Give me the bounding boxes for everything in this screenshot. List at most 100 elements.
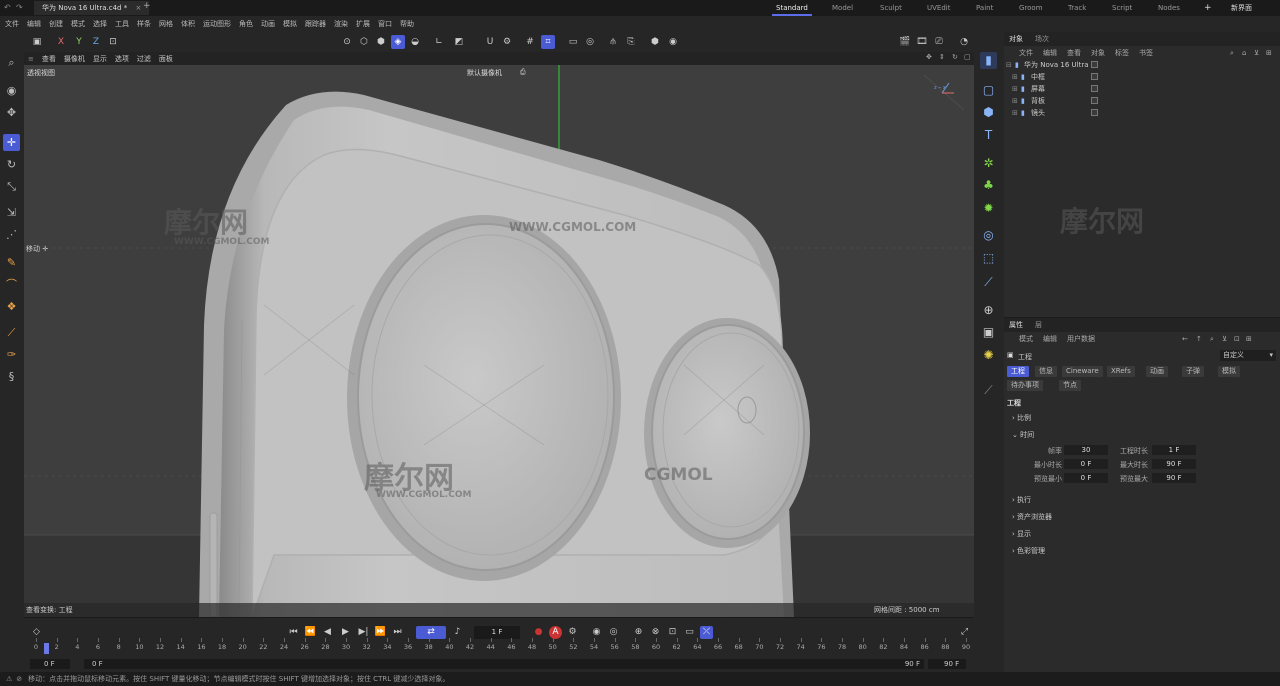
search-icon[interactable]: ⌕ [1230, 49, 1234, 58]
grid-snap-icon[interactable]: # [523, 35, 537, 49]
workspace-tab-nodes[interactable]: Nodes [1158, 2, 1180, 14]
object-menu-object[interactable]: 对象 [1091, 48, 1105, 58]
menu-render[interactable]: 渲染 [334, 19, 348, 29]
spline-sketch-icon[interactable]: ⌒ [3, 276, 20, 293]
workspace-tab-standard[interactable]: Standard [772, 2, 812, 16]
uv-mode-icon[interactable]: ◒ [408, 35, 422, 49]
expand-icon[interactable]: ⊞ [1012, 83, 1018, 95]
visibility-check[interactable] [1091, 109, 1098, 116]
axis-z-toggle[interactable]: Z [89, 35, 103, 49]
menu-mode[interactable]: 模式 [71, 19, 85, 29]
object-menu-edit[interactable]: 编辑 [1043, 48, 1057, 58]
frame-ruler[interactable]: 0 2 4 6 8 10 12 14 16 18 20 22 24 26 28 30 32 34 36 38 40 42 4… [24, 638, 974, 654]
tab-cineware[interactable]: Cineware [1062, 366, 1103, 377]
viewport-menu-filter[interactable]: 过滤 [137, 54, 151, 64]
workspace-tab-uvedit[interactable]: UVEdit [927, 2, 950, 14]
menu-create[interactable]: 创建 [49, 19, 63, 29]
point-mode-icon[interactable]: ⊙ [340, 35, 354, 49]
preview-min-field[interactable]: 0 F [1064, 473, 1108, 483]
naming-tool-icon[interactable]: ⎘ [624, 35, 638, 49]
rotate-view-icon[interactable]: ↻ [952, 53, 958, 61]
spline-smooth-icon[interactable]: ❖ [3, 298, 20, 315]
object-menu-tags[interactable]: 标签 [1115, 48, 1129, 58]
lock-workplane-icon[interactable]: ▭ [566, 35, 580, 49]
menu-tools[interactable]: 工具 [115, 19, 129, 29]
viewport-menu-camera[interactable]: 摄像机 [64, 54, 85, 64]
add-layout-button[interactable]: + [1204, 2, 1212, 14]
object-mode-icon[interactable]: ◈ [391, 35, 405, 49]
tab-project[interactable]: 工程 [1007, 366, 1029, 377]
tab-takes[interactable]: 场次 [1035, 34, 1049, 44]
viewport-menu-icon[interactable]: ≡ [28, 55, 34, 63]
menu-select[interactable]: 选择 [93, 19, 107, 29]
menu-simulate[interactable]: 模拟 [283, 19, 297, 29]
edit-render-settings-button[interactable]: ⎚ [932, 35, 946, 49]
text-icon[interactable]: T [980, 127, 997, 144]
tab-objects[interactable]: 对象 [1009, 34, 1023, 44]
group-time[interactable]: ⌄ 时间 [1012, 430, 1034, 440]
object-row[interactable]: ⊟ ▮ 华为 Nova 16 Ultra [1004, 59, 1280, 71]
preset-dropdown[interactable]: 自定义 ▾ [1220, 350, 1276, 361]
object-menu-bookmarks[interactable]: 书签 [1139, 48, 1153, 58]
object-row[interactable]: ⊞ ▮ 镜头 [1004, 107, 1280, 119]
cloner-icon[interactable]: ♣ [980, 177, 997, 194]
menu-mograph[interactable]: 运动图形 [203, 19, 231, 29]
max-time-field[interactable]: 90 F [1152, 459, 1196, 469]
snap-settings-icon[interactable]: ⚙ [500, 35, 514, 49]
menu-character[interactable]: 角色 [239, 19, 253, 29]
soft-selection-icon[interactable]: ◎ [583, 35, 597, 49]
select-tool-icon[interactable]: ◉ [3, 82, 20, 99]
axis-mode-icon[interactable]: ∟ [432, 35, 446, 49]
fps-field[interactable]: 30 [1064, 445, 1108, 455]
visibility-check[interactable] [1091, 73, 1098, 80]
back-arrow-icon[interactable]: ← [1182, 335, 1188, 343]
render-view-icon[interactable]: ◉ [666, 35, 680, 49]
environment-icon[interactable]: ⊕ [980, 302, 997, 319]
document-tab[interactable]: 华为 Nova 16 Ultra.c4d * × [34, 1, 150, 15]
viewport[interactable]: 透视视图 默认摄像机 ⎙ 移动 ✛ 摩尔网 WWW.CGMOL.COM WWW.… [24, 65, 974, 617]
visibility-check[interactable] [1091, 85, 1098, 92]
redo-icon[interactable]: ↷ [16, 3, 23, 12]
group-display[interactable]: › 显示 [1012, 529, 1031, 539]
group-color-management[interactable]: › 色彩管理 [1012, 546, 1045, 556]
symmetry-icon[interactable]: ⫛ [606, 35, 620, 49]
group-execution[interactable]: › 执行 [1012, 495, 1031, 505]
filter-icon[interactable]: ⊻ [1254, 49, 1259, 57]
visibility-check[interactable] [1091, 97, 1098, 104]
workspace-tab-paint[interactable]: Paint [976, 2, 993, 14]
menu-help[interactable]: 帮助 [400, 19, 414, 29]
workspace-tab-sculpt[interactable]: Sculpt [880, 2, 902, 14]
object-row[interactable]: ⊞ ▮ 背板 [1004, 95, 1280, 107]
redshift-icon[interactable]: ◔ [957, 35, 971, 49]
tab-bullet[interactable]: 子弹 [1182, 366, 1204, 377]
playhead[interactable] [44, 643, 49, 654]
texture-mode-icon[interactable]: ◩ [452, 35, 466, 49]
render-settings-icon[interactable]: ⬢ [648, 35, 662, 49]
deform-icon[interactable]: § [3, 368, 20, 385]
tab-nodes[interactable]: 节点 [1059, 380, 1081, 391]
edge-mode-icon[interactable]: ⬡ [357, 35, 371, 49]
lock-icon[interactable]: ⊡ [1234, 335, 1240, 343]
viewport-menu-options[interactable]: 选项 [115, 54, 129, 64]
workplane-icon[interactable]: ⌗ [541, 35, 555, 49]
model-mode-icon[interactable]: ▣ [30, 35, 44, 49]
menu-animate[interactable]: 动画 [261, 19, 275, 29]
attribute-menu-userdata[interactable]: 用户数据 [1067, 334, 1095, 344]
viewport-menu-panel[interactable]: 面板 [159, 54, 173, 64]
workspace-tab-groom[interactable]: Groom [1019, 2, 1043, 14]
tab-attributes[interactable]: 属性 [1009, 320, 1023, 330]
new-tab-button[interactable]: + [143, 1, 151, 11]
expand-icon[interactable]: ⊟ [1006, 59, 1012, 71]
cube-icon[interactable]: ⬢ [980, 104, 997, 121]
viewport-menu-view[interactable]: 查看 [42, 54, 56, 64]
search-icon[interactable]: ⌕ [3, 54, 20, 71]
null-object-icon[interactable]: ▢ [980, 82, 997, 99]
menu-volume[interactable]: 体积 [181, 19, 195, 29]
camera-icon[interactable]: ⎙ [520, 68, 526, 77]
camera-object-icon[interactable]: ▣ [980, 324, 997, 341]
spline-pen-icon[interactable]: ✎ [3, 254, 20, 271]
start-frame-field[interactable]: 0 F [30, 659, 70, 669]
group-asset-browser[interactable]: › 资产浏览器 [1012, 512, 1052, 522]
move-tool-icon[interactable]: ✛ [3, 134, 20, 151]
object-row[interactable]: ⊞ ▮ 屏幕 [1004, 83, 1280, 95]
